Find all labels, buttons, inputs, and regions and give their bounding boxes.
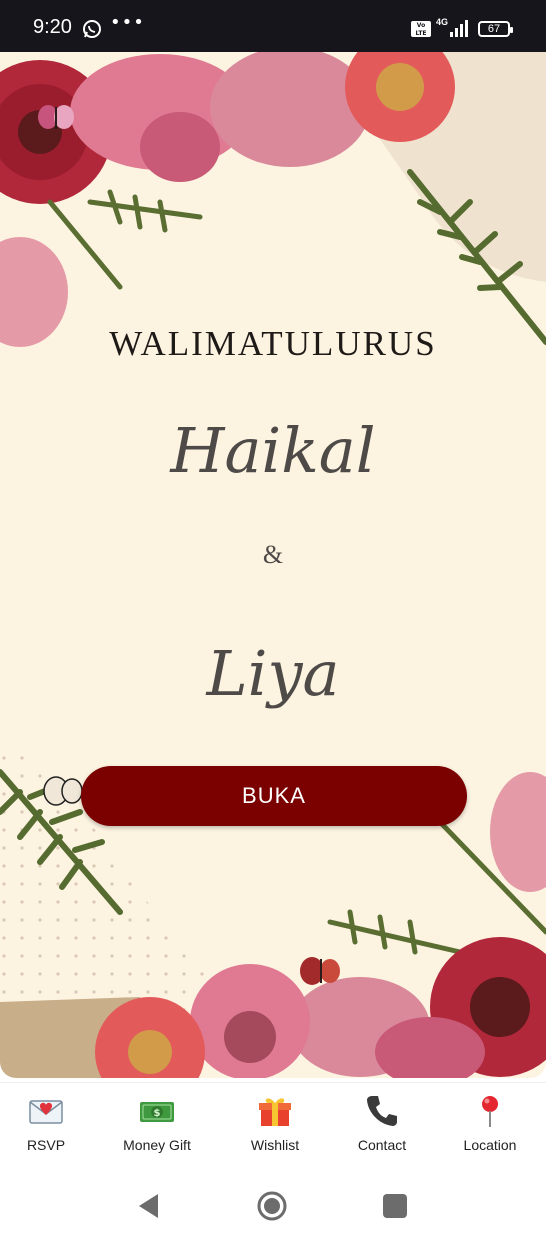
groom-name: Haikal <box>170 414 376 487</box>
svg-text:$: $ <box>154 1108 161 1119</box>
status-time: 9:20 <box>33 16 72 38</box>
phone-icon <box>367 1096 397 1126</box>
nav-contact[interactable]: Contact <box>332 1093 432 1153</box>
signal-icon: 4G <box>436 17 468 37</box>
system-nav-bar <box>0 1170 546 1242</box>
nav-wishlist-label: Wishlist <box>250 1137 300 1153</box>
envelope-heart-icon <box>29 1100 63 1124</box>
fern-top-left <box>47 189 203 290</box>
nav-rsvp[interactable]: RSVP <box>0 1093 96 1153</box>
gift-icon <box>259 1098 291 1126</box>
nav-location[interactable]: Location <box>440 1093 540 1153</box>
bottom-nav: RSVP $ Money Gift Wishlist Contact Locat… <box>0 1082 546 1170</box>
whatsapp-icon <box>83 20 101 38</box>
status-bar: 9:20 ••• Vo LTE 4G 67 <box>0 0 546 52</box>
butterfly-bottom <box>300 957 340 985</box>
nav-rsvp-label: RSVP <box>26 1137 66 1153</box>
battery-icon: 67 <box>478 21 513 37</box>
nav-money-gift-label: Money Gift <box>123 1137 191 1153</box>
location-pin-icon <box>482 1096 498 1127</box>
ampersand: & <box>262 540 284 569</box>
flower-top-left <box>0 52 455 347</box>
nav-location-label: Location <box>463 1137 517 1153</box>
open-invitation-button[interactable]: BUKA <box>81 766 467 826</box>
event-title: WALIMATULURUS <box>109 324 437 363</box>
nav-contact-label: Contact <box>357 1137 407 1153</box>
nav-money-gift[interactable]: $ Money Gift <box>107 1093 207 1153</box>
nav-wishlist[interactable]: Wishlist <box>225 1093 325 1153</box>
home-icon[interactable] <box>256 1190 288 1222</box>
bride-name: Liya <box>206 637 340 710</box>
volte-icon: Vo LTE <box>411 21 431 37</box>
butterfly-top <box>38 105 74 129</box>
recents-icon[interactable] <box>383 1194 407 1218</box>
invitation-card: WALIMATULURUS Haikal & Liya BUKA <box>0 52 546 1078</box>
status-overflow-icon: ••• <box>110 12 145 33</box>
back-icon[interactable] <box>136 1192 162 1220</box>
butterfly-left <box>43 776 83 806</box>
money-icon: $ <box>140 1102 174 1122</box>
network-type-label: 4G <box>436 17 448 27</box>
